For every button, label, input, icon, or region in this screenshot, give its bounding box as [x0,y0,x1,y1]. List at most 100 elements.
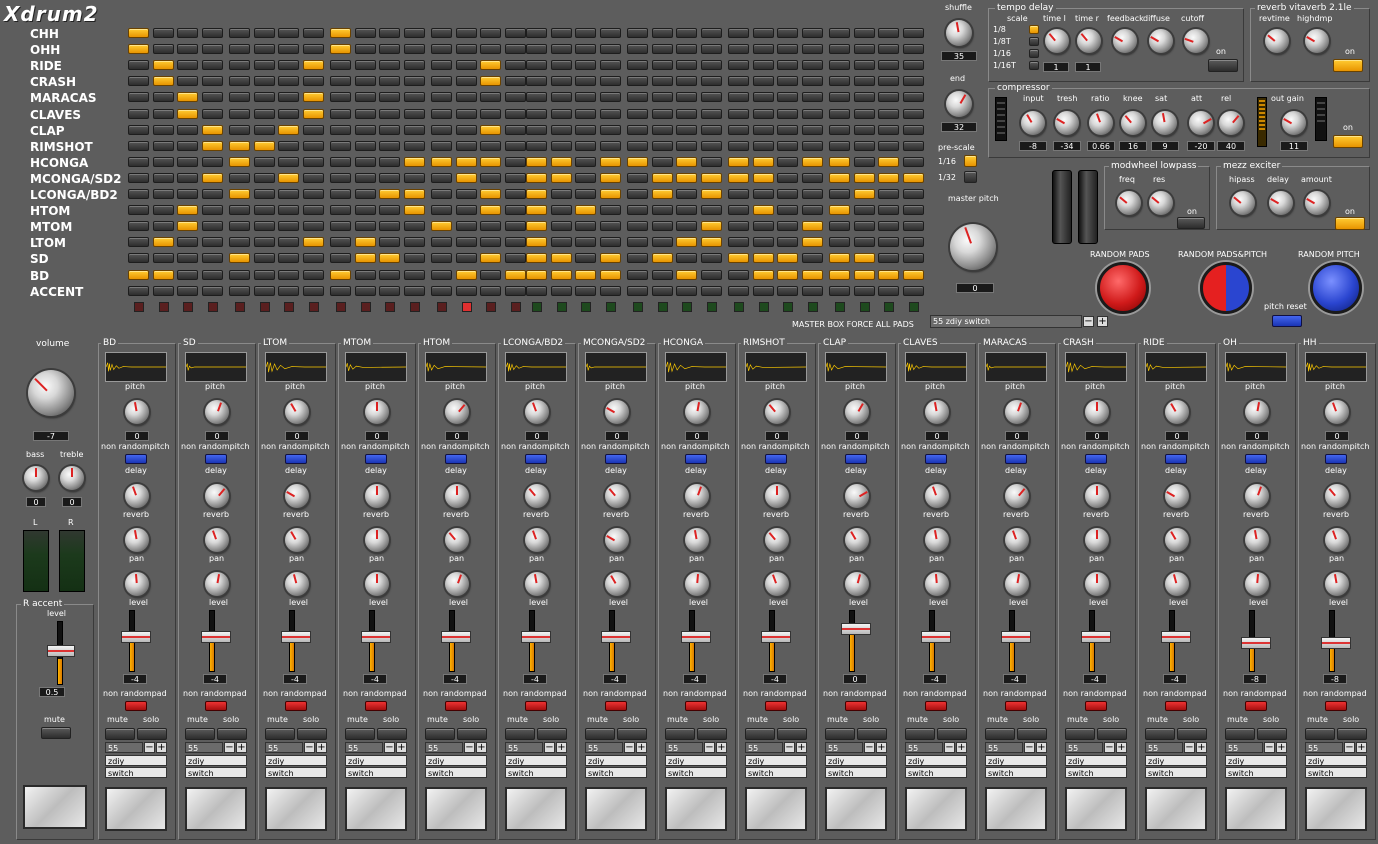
step-button[interactable] [627,92,648,103]
step-button[interactable] [177,124,198,135]
pitch-knob[interactable] [1005,400,1029,424]
step-button[interactable] [354,92,376,103]
step-button[interactable] [431,28,452,38]
step-button[interactable] [403,44,425,55]
step-button[interactable] [177,28,198,38]
step-button[interactable] [253,221,275,232]
step-button[interactable] [777,205,798,216]
end-knob[interactable] [946,91,972,117]
step-button[interactable] [504,285,526,296]
step-button[interactable] [575,60,596,71]
step-button[interactable] [801,172,823,183]
random-pitch-button[interactable] [1310,262,1362,314]
kit-minus[interactable]: − [784,742,795,753]
channel-fader[interactable] [601,631,631,643]
step-button[interactable] [728,60,749,71]
step-button[interactable] [550,205,572,216]
step-button[interactable] [526,124,547,135]
step-button[interactable] [379,92,400,103]
kit-name-1[interactable]: zdiy [265,755,327,766]
delay-knob[interactable] [525,484,549,508]
step-button[interactable] [676,140,697,151]
step-button[interactable] [152,269,174,280]
master-pitch-knob[interactable] [950,224,996,270]
step-button[interactable] [253,172,275,183]
step-button[interactable] [177,76,198,87]
step-button[interactable] [403,60,425,71]
step-button[interactable] [651,44,673,55]
step-button[interactable] [651,221,673,232]
step-button[interactable] [201,285,223,296]
step-button[interactable] [431,269,452,280]
step-button[interactable] [431,221,452,232]
step-button[interactable] [229,156,250,167]
delay-knob[interactable] [765,484,789,508]
step-button[interactable] [431,124,452,135]
step-button[interactable] [676,124,697,135]
step-button[interactable] [201,76,223,87]
step-button[interactable] [728,189,749,199]
step-button[interactable] [379,60,400,71]
pan-knob[interactable] [1085,572,1109,596]
step-button[interactable] [853,76,875,87]
solo-button[interactable] [697,728,727,740]
revtime-knob[interactable] [1265,29,1289,53]
step-button[interactable] [550,28,572,38]
step-button[interactable] [599,221,621,232]
step-button[interactable] [829,156,850,167]
step-button[interactable] [575,221,596,232]
step-button[interactable] [480,60,501,71]
step-button[interactable] [902,253,924,264]
kit-name-1[interactable]: zdiy [665,755,727,766]
nonrandompad-button[interactable] [845,701,867,711]
step-button[interactable] [229,221,250,232]
step-button[interactable] [728,92,749,103]
channel-fader[interactable] [921,631,951,643]
step-button[interactable] [627,140,648,151]
step-button[interactable] [777,221,798,232]
step-button[interactable] [728,237,749,248]
kit-plus[interactable]: + [236,742,247,753]
pitch-knob[interactable] [1245,400,1269,424]
channel-fader[interactable] [841,623,871,635]
step-button[interactable] [431,76,452,87]
step-button[interactable] [403,92,425,103]
step-button[interactable] [627,172,648,183]
step-button[interactable] [302,92,324,103]
mute-button[interactable] [265,728,295,740]
nonrandompitch-button[interactable] [1005,454,1027,464]
step-button[interactable] [550,60,572,71]
step-button[interactable] [330,269,351,280]
step-button[interactable] [526,221,547,232]
solo-button[interactable] [617,728,647,740]
step-button[interactable] [700,253,722,264]
step-button[interactable] [651,92,673,103]
master-box-plus[interactable]: + [1097,316,1108,327]
step-button[interactable] [902,237,924,248]
step-button[interactable] [302,156,324,167]
step-button[interactable] [627,108,648,119]
drum-pad[interactable] [1305,787,1367,831]
step-button[interactable] [878,189,899,199]
kit-name-2[interactable]: switch [105,767,167,778]
step-button[interactable] [700,205,722,216]
channel-fader[interactable] [1321,637,1351,649]
pitch-knob[interactable] [845,400,869,424]
comp-input-knob[interactable] [1021,111,1045,135]
pan-knob[interactable] [525,572,549,596]
kit-number[interactable]: 55 [1305,742,1343,753]
step-button[interactable] [330,205,351,216]
pitch-knob[interactable] [285,400,309,424]
pan-knob[interactable] [205,572,229,596]
step-button[interactable] [700,269,722,280]
kit-minus[interactable]: − [144,742,155,753]
nonrandompad-button[interactable] [1245,701,1267,711]
kit-number[interactable]: 55 [745,742,783,753]
delay-knob[interactable] [1005,484,1029,508]
drum-pad[interactable] [665,787,727,831]
pan-knob[interactable] [845,572,869,596]
pan-knob[interactable] [765,572,789,596]
step-button[interactable] [354,285,376,296]
step-button[interactable] [278,44,299,55]
kit-plus[interactable]: + [956,742,967,753]
